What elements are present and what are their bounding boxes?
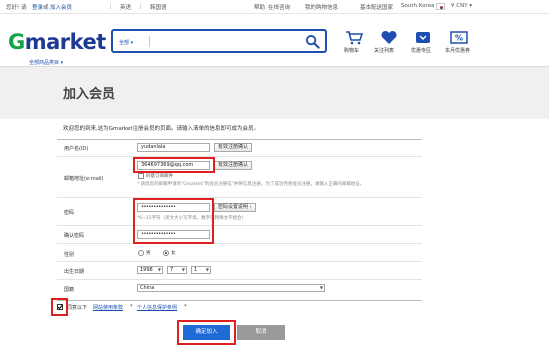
search-category-select[interactable]: 全部 ▾: [119, 39, 133, 46]
chevron-down-icon: ▼: [319, 285, 323, 290]
birth-date-label: 出生日期: [64, 269, 85, 275]
divider: [57, 300, 422, 301]
user-id-input[interactable]: yudanlala: [137, 143, 210, 152]
or-text: 或: [43, 5, 49, 11]
intro-text: 欢迎您的到来,这为Gmarket注册会员的页面。请输入清单的信息即可成为会员。: [63, 126, 260, 132]
divider: [57, 197, 422, 198]
email-note: * 请您您的邮箱申请的"Gmarket"的会员注册信"并将信息注册，为了成功完善…: [137, 182, 365, 187]
coupon-zone-label[interactable]: 优惠专区: [411, 47, 431, 54]
monthly-coupon-label[interactable]: 本月优惠券: [445, 47, 470, 54]
gender-male-radio[interactable]: [138, 250, 144, 256]
divider: [140, 3, 141, 10]
online-consult-link[interactable]: 在线咨询: [268, 3, 290, 11]
newsletter-checkbox[interactable]: [138, 173, 144, 179]
divider: [57, 156, 422, 157]
cart-label[interactable]: 购物车: [344, 47, 359, 54]
agree-prefix-text: 同意以下: [67, 305, 88, 311]
my-gmarket-link[interactable]: 我的购物信息: [305, 3, 338, 11]
cancel-button[interactable]: 取消: [237, 325, 285, 340]
search-icon[interactable]: [305, 34, 320, 49]
top-bar: 您好! 请 登录 或 加入会员 英语 韩国语 帮助 在线咨询 我的购物信息 基本…: [0, 0, 549, 14]
required-mark: *: [184, 304, 187, 310]
gender-label: 性别: [64, 252, 75, 258]
user-id-label: 用户名(ID): [64, 146, 89, 152]
email-highlight-box: [133, 157, 215, 173]
divider: [57, 139, 422, 140]
submit-highlight-box: [177, 320, 236, 345]
gender-male-label: 男: [146, 251, 151, 256]
category-menu[interactable]: 全部商品类目 ▾: [29, 59, 63, 66]
cart-icon[interactable]: [345, 30, 363, 45]
agree-highlight-box: [51, 298, 68, 316]
divider: [57, 279, 422, 280]
join-link[interactable]: 加入会员: [50, 3, 72, 11]
lang-english-link[interactable]: 英语: [120, 3, 131, 11]
required-mark: *: [130, 304, 133, 310]
lang-korean-link[interactable]: 韩国语: [150, 3, 167, 11]
terms-link[interactable]: 网站使用条款: [93, 304, 123, 311]
birth-year-select[interactable]: 1998 ▼: [137, 266, 163, 274]
basic-info-label: 基本配送国家: [360, 5, 394, 11]
greeting-text: 您好! 请: [6, 5, 27, 11]
divider: [57, 261, 422, 262]
chevron-down-icon: ▼: [157, 267, 161, 272]
chevron-down-icon: ▼: [181, 267, 185, 272]
svg-text:%: %: [455, 34, 463, 43]
email-check-button[interactable]: 有效注册确认: [214, 161, 253, 170]
privacy-policy-link[interactable]: 个人信息保护条例: [137, 304, 177, 311]
user-id-check-button[interactable]: 有效注册确认: [214, 143, 253, 152]
nationality-select[interactable]: China ▼: [137, 284, 325, 292]
country-link[interactable]: South Korea: [401, 3, 434, 9]
confirm-password-label: 确认密码: [64, 233, 85, 239]
gmarket-logo[interactable]: Gmarket: [8, 30, 106, 54]
divider: [110, 3, 111, 10]
password-highlight-box: [133, 198, 214, 244]
email-label: 邮箱地址(e-mail): [64, 176, 104, 182]
divider: [149, 36, 150, 47]
birth-month-select[interactable]: 7 ▼: [167, 266, 187, 274]
gender-female-label: 女: [171, 251, 176, 256]
gender-female-radio[interactable]: [163, 250, 169, 256]
page-title: 加入会员: [63, 87, 116, 102]
birth-day-select[interactable]: 1 ▼: [191, 266, 211, 274]
search-bar[interactable]: 全部 ▾: [111, 29, 327, 53]
divider: [57, 243, 422, 244]
newsletter-label: 同意订阅邮件: [146, 174, 173, 179]
divider: [57, 225, 422, 226]
discount-coupon-icon[interactable]: %: [450, 30, 468, 45]
watchlist-label[interactable]: 关注列表: [374, 47, 394, 54]
heart-icon[interactable]: [380, 30, 398, 45]
nationality-label: 国籍: [64, 287, 75, 293]
currency-selector[interactable]: ¥ CNY ▾: [451, 3, 472, 9]
korea-flag-icon: [436, 3, 445, 10]
password-label: 密码: [64, 210, 75, 216]
help-link[interactable]: 帮助: [254, 3, 265, 11]
coupon-icon[interactable]: [414, 30, 432, 45]
chevron-down-icon: ▼: [205, 267, 209, 272]
password-rules-button[interactable]: 密码设置说明 ›: [214, 203, 256, 212]
login-link[interactable]: 登录: [32, 3, 43, 11]
